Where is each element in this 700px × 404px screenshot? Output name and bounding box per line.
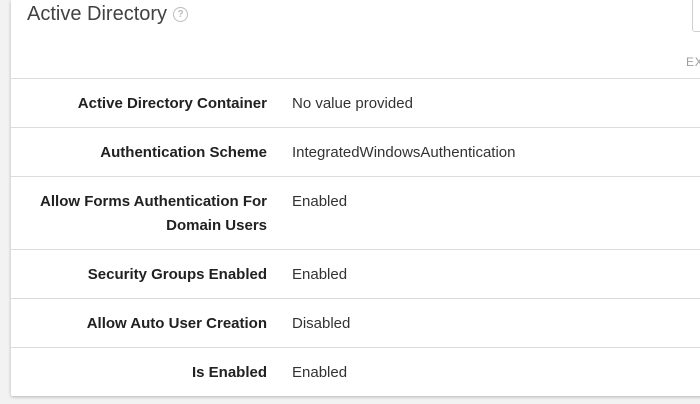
property-label: Security Groups Enabled xyxy=(87,266,267,283)
section-title-text: Active Directory xyxy=(27,3,168,25)
property-value: IntegratedWindowsAuthentication xyxy=(292,144,516,161)
property-label: Is Enabled xyxy=(191,364,267,381)
property-row-security-groups: Security Groups Enabled Enabled xyxy=(11,250,700,299)
property-row-auto-user-creation: Allow Auto User Creation Disabled xyxy=(11,299,700,348)
property-label: Allow Auto User Creation xyxy=(86,315,267,332)
active-directory-card: Active Directory? EX Active Directory Co… xyxy=(11,0,700,396)
header-action-button[interactable] xyxy=(692,0,700,32)
property-value: Enabled xyxy=(292,364,348,381)
property-row-container: Active Directory Container No value prov… xyxy=(11,79,700,128)
property-value: Enabled xyxy=(292,193,348,210)
page: Active Directory? EX Active Directory Co… xyxy=(0,0,700,404)
card-header: Active Directory? EX xyxy=(11,0,700,79)
property-row-auth-scheme: Authentication Scheme IntegratedWindowsA… xyxy=(11,128,700,177)
properties-list: Active Directory Container No value prov… xyxy=(11,79,700,396)
property-label: Active Directory Container xyxy=(77,95,267,112)
help-icon[interactable]: ? xyxy=(173,7,189,22)
export-link[interactable]: EX xyxy=(686,55,700,69)
property-value: Disabled xyxy=(292,315,351,332)
property-label: Allow Forms Authentication For Domain Us… xyxy=(40,193,267,234)
property-label: Authentication Scheme xyxy=(100,144,267,161)
section-title: Active Directory? xyxy=(27,2,189,26)
property-row-is-enabled: Is Enabled Enabled xyxy=(11,348,700,396)
property-row-forms-auth: Allow Forms Authentication For Domain Us… xyxy=(11,177,700,250)
property-value: Enabled xyxy=(292,266,348,283)
property-value: No value provided xyxy=(292,95,413,112)
